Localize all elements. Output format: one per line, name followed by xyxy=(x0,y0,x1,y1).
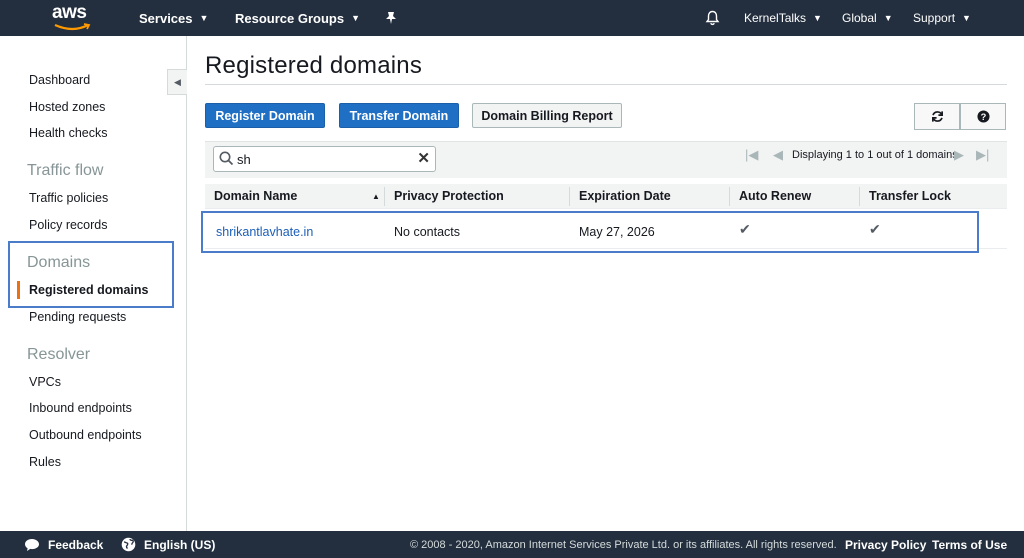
sidebar-item-dashboard[interactable]: Dashboard xyxy=(29,73,90,87)
resource-groups-menu[interactable]: Resource Groups ▼ xyxy=(235,0,360,36)
first-page-icon[interactable]: |◀ xyxy=(745,147,758,163)
domain-billing-report-button[interactable]: Domain Billing Report xyxy=(472,103,622,128)
chevron-down-icon: ▼ xyxy=(813,13,822,23)
aws-smile-icon xyxy=(54,23,91,31)
sidebar-item-policy-records[interactable]: Policy records xyxy=(29,218,108,232)
column-divider[interactable] xyxy=(384,187,385,206)
chevron-down-icon: ▼ xyxy=(351,13,361,23)
search-input-value: sh xyxy=(237,152,251,167)
refresh-button[interactable] xyxy=(914,103,960,130)
column-divider[interactable] xyxy=(859,187,860,206)
terms-of-use-link[interactable]: Terms of Use xyxy=(932,531,1007,558)
column-header-privacy-protection[interactable]: Privacy Protection xyxy=(394,189,504,203)
column-divider[interactable] xyxy=(729,187,730,206)
register-domain-button[interactable]: Register Domain xyxy=(205,103,325,128)
chevron-down-icon: ▼ xyxy=(883,13,893,23)
sidebar-item-traffic-policies[interactable]: Traffic policies xyxy=(29,191,108,205)
sidebar-item-pending-requests[interactable]: Pending requests xyxy=(29,310,126,324)
speech-bubble-icon xyxy=(25,538,39,551)
sidebar-heading-resolver: Resolver xyxy=(27,346,91,363)
next-page-icon[interactable]: ▶ xyxy=(954,147,964,163)
bell-icon[interactable] xyxy=(705,0,720,36)
feedback-button[interactable]: Feedback xyxy=(24,531,103,558)
highlight-box-table-row xyxy=(201,211,979,253)
language-selector[interactable]: English (US) xyxy=(121,531,215,558)
region-label: Global xyxy=(842,11,877,25)
region-menu[interactable]: Global ▼ xyxy=(842,0,893,36)
last-page-icon[interactable]: ▶| xyxy=(976,147,989,163)
support-menu[interactable]: Support ▼ xyxy=(913,0,971,36)
column-header-domain-name[interactable]: Domain Name xyxy=(214,189,297,203)
copyright-text: © 2008 - 2020, Amazon Internet Services … xyxy=(410,538,837,551)
pin-icon[interactable] xyxy=(385,0,397,36)
clear-search-icon[interactable]: ✕ xyxy=(417,151,430,167)
sidebar-item-inbound-endpoints[interactable]: Inbound endpoints xyxy=(29,401,132,415)
globe-icon xyxy=(121,537,136,552)
transfer-domain-button[interactable]: Transfer Domain xyxy=(339,103,459,128)
sidebar-item-health-checks[interactable]: Health checks xyxy=(29,126,108,140)
svg-text:?: ? xyxy=(980,112,986,122)
aws-logo[interactable]: aws xyxy=(52,3,94,33)
refresh-icon xyxy=(931,111,943,122)
footer-bar: Feedback English (US) © 2008 - 2020, Ama… xyxy=(0,531,1024,558)
collapse-sidebar-button[interactable]: ◀ xyxy=(167,69,187,95)
search-input[interactable]: sh ✕ xyxy=(213,146,436,172)
previous-page-icon[interactable]: ◀ xyxy=(773,147,783,163)
chevron-down-icon: ▼ xyxy=(962,13,971,23)
sort-ascending-icon[interactable]: ▲ xyxy=(372,192,380,201)
title-divider xyxy=(205,84,1007,85)
resource-groups-label: Resource Groups xyxy=(235,10,345,26)
column-header-auto-renew[interactable]: Auto Renew xyxy=(739,189,811,203)
chevron-down-icon: ▼ xyxy=(199,13,209,23)
sidebar-heading-traffic-flow: Traffic flow xyxy=(27,162,104,179)
account-menu[interactable]: KernelTalks ▼ xyxy=(744,0,822,36)
privacy-policy-link[interactable]: Privacy Policy xyxy=(845,531,926,558)
search-icon xyxy=(219,151,234,166)
sidebar-item-hosted-zones[interactable]: Hosted zones xyxy=(29,100,105,114)
services-label: Services xyxy=(139,10,193,26)
support-label: Support xyxy=(913,11,956,25)
help-icon: ? xyxy=(976,110,990,123)
column-divider[interactable] xyxy=(569,187,570,206)
pagination-text: Displaying 1 to 1 out of 1 domains xyxy=(792,149,958,161)
sidebar-item-rules[interactable]: Rules xyxy=(29,455,61,469)
feedback-label: Feedback xyxy=(48,537,104,552)
language-label: English (US) xyxy=(144,537,216,552)
highlight-box-sidebar xyxy=(8,241,174,308)
column-header-expiration-date[interactable]: Expiration Date xyxy=(579,189,671,203)
sidebar-item-vpcs[interactable]: VPCs xyxy=(29,375,61,389)
top-navigation-bar: aws Services ▼ Resource Groups ▼ KernelTal… xyxy=(0,0,1024,36)
account-label: KernelTalks xyxy=(744,11,807,25)
sidebar-item-outbound-endpoints[interactable]: Outbound endpoints xyxy=(29,428,142,442)
aws-logo-text: aws xyxy=(52,2,87,23)
help-button[interactable]: ? xyxy=(960,103,1006,130)
column-header-transfer-lock[interactable]: Transfer Lock xyxy=(869,189,951,203)
page-title: Registered domains xyxy=(205,52,423,79)
chevron-left-icon: ◀ xyxy=(174,76,181,87)
services-menu[interactable]: Services ▼ xyxy=(139,0,208,36)
